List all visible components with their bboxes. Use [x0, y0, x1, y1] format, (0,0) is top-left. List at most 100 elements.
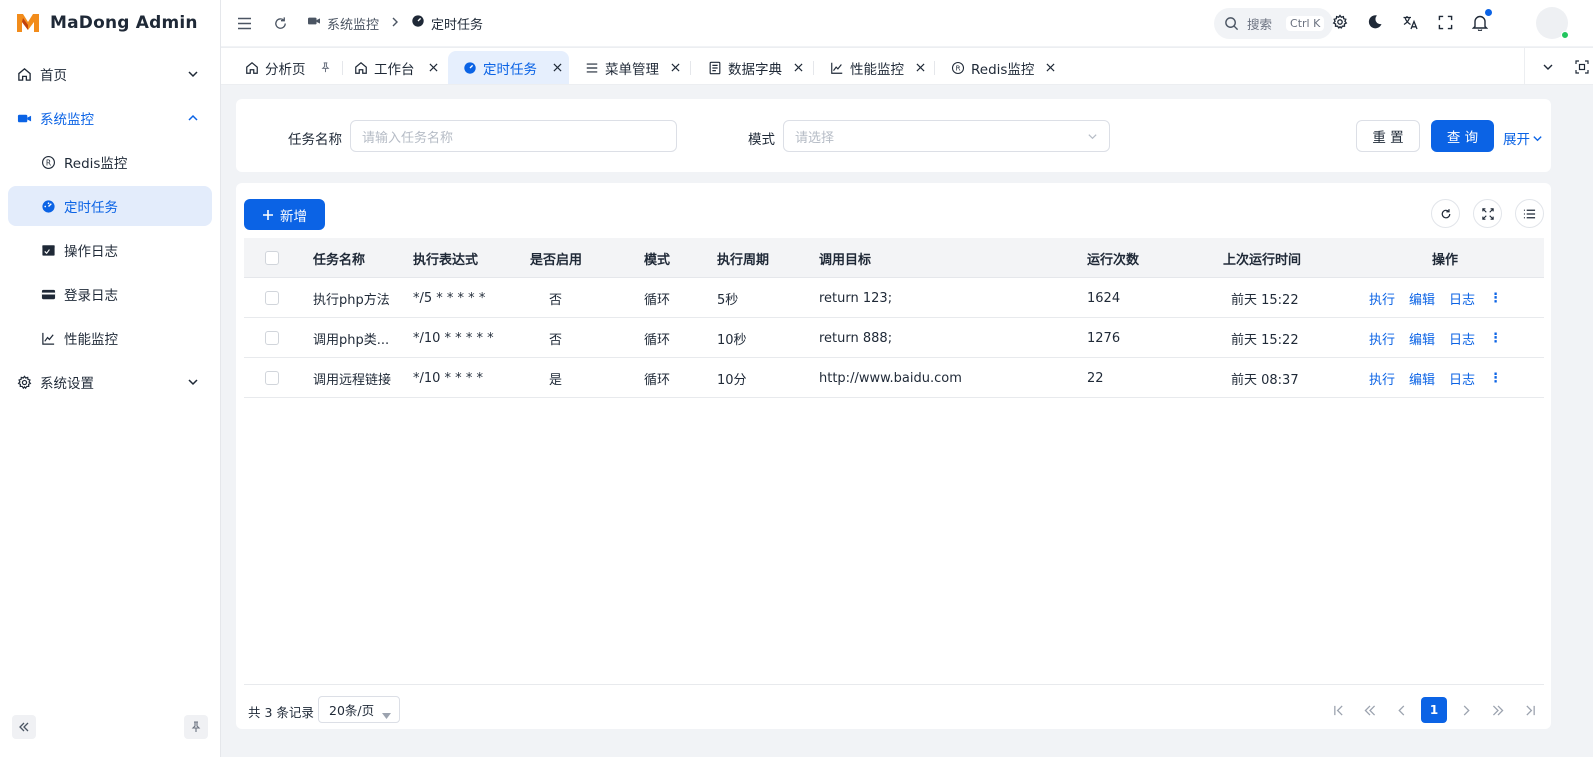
collapse-sidebar-button[interactable] [12, 715, 36, 739]
sidebar-item-login-log[interactable]: 登录日志 [8, 274, 212, 314]
cell-task-name: 调用远程链接 [313, 372, 392, 388]
chevron-up-icon [186, 111, 200, 125]
select-all-checkbox[interactable] [265, 238, 279, 278]
translate-icon[interactable] [1401, 13, 1419, 31]
prev-page-button[interactable] [1389, 697, 1415, 723]
row-checkbox[interactable] [265, 318, 279, 358]
sidebar-item-label: 操作日志 [64, 244, 118, 260]
cell-enabled: 是 [549, 372, 563, 388]
page-number-current[interactable]: 1 [1421, 697, 1447, 723]
next-page-button[interactable] [1453, 697, 1479, 723]
more-vertical-icon[interactable]: ⋮ [1489, 291, 1502, 306]
sidebar-item-label: 定时任务 [64, 200, 118, 216]
sidebar-item-system-monitor[interactable]: 系统监控 [8, 98, 212, 138]
tab-analysis[interactable]: 分析页 [245, 51, 331, 84]
log-button[interactable]: 日志 [1449, 329, 1475, 348]
scan-icon [1575, 59, 1589, 74]
close-icon[interactable] [794, 63, 803, 72]
table-fullscreen-button[interactable] [1473, 199, 1502, 228]
pin-icon[interactable] [320, 62, 331, 73]
tab-maximize-button[interactable] [1571, 48, 1593, 85]
more-vertical-icon[interactable]: ⋮ [1489, 331, 1502, 346]
tab-separator [934, 61, 935, 75]
sidebar-item-home[interactable]: 首页 [8, 54, 212, 94]
tab-data-dictionary[interactable]: 数据字典 [708, 51, 803, 84]
column-header[interactable]: 是否启用 [530, 238, 582, 278]
last-page-button[interactable] [1517, 697, 1543, 723]
first-page-button[interactable] [1325, 697, 1351, 723]
tab-workbench[interactable]: 工作台 [354, 51, 438, 84]
pin-sidebar-button[interactable] [184, 715, 208, 739]
cell-task-name: 执行php方法 [313, 292, 390, 308]
search-shortcut: Ctrl K [1286, 16, 1325, 31]
settings-icon[interactable] [1331, 13, 1349, 31]
close-icon[interactable] [671, 63, 680, 72]
more-vertical-icon[interactable]: ⋮ [1489, 371, 1502, 386]
sidebar-footer [12, 715, 208, 739]
tab-scheduled-tasks[interactable]: 定时任务 [448, 51, 569, 84]
run-button[interactable]: 执行 [1369, 329, 1395, 348]
breadcrumb-item[interactable]: 系统监控 [327, 14, 379, 33]
refresh-icon[interactable] [271, 14, 289, 32]
sidebar-item-performance[interactable]: 性能监控 [8, 318, 212, 358]
column-header: 操作 [1432, 252, 1459, 268]
chevron-down-icon [186, 375, 200, 389]
page-size-select[interactable]: 20条/页 [318, 696, 400, 723]
double-chevron-left-icon [19, 722, 29, 732]
moon-icon[interactable] [1366, 13, 1384, 31]
cell-enabled: 否 [549, 332, 563, 348]
edit-button[interactable]: 编辑 [1409, 289, 1435, 308]
column-header[interactable]: 执行表达式 [413, 238, 478, 278]
sidebar-item-redis[interactable]: R Redis监控 [8, 142, 212, 182]
home-icon [16, 66, 32, 82]
table-refresh-button[interactable] [1431, 199, 1460, 228]
sidebar-item-scheduled-tasks[interactable]: 定时任务 [8, 186, 212, 226]
svg-text:R: R [956, 64, 961, 72]
page-size-value: 20条/页 [329, 703, 375, 718]
row-checkbox[interactable] [265, 278, 279, 318]
avatar[interactable] [1536, 7, 1569, 39]
column-header[interactable]: 模式 [644, 238, 670, 278]
app-logo[interactable]: MaDong Admin [0, 0, 220, 46]
close-icon[interactable] [1046, 63, 1055, 72]
close-icon[interactable] [916, 63, 925, 72]
search-button[interactable]: 搜索 Ctrl K [1214, 8, 1333, 39]
edit-button[interactable]: 编辑 [1409, 369, 1435, 388]
tab-performance[interactable]: 性能监控 [830, 51, 925, 84]
task-name-input[interactable]: 请输入任务名称 [350, 120, 677, 152]
close-icon[interactable] [428, 63, 438, 72]
add-button[interactable]: 新增 [244, 199, 325, 230]
sidebar-item-label: 性能监控 [64, 332, 118, 348]
sidebar-item-system-settings[interactable]: 系统设置 [8, 362, 212, 402]
row-checkbox[interactable] [265, 358, 279, 398]
column-header[interactable]: 任务名称 [313, 238, 365, 278]
column-header[interactable]: 运行次数 [1087, 238, 1139, 278]
log-button[interactable]: 日志 [1449, 369, 1475, 388]
menu-toggle-icon[interactable] [235, 14, 253, 32]
close-icon[interactable] [553, 63, 562, 72]
tab-redis[interactable]: R Redis监控 [951, 51, 1055, 84]
tab-separator [813, 61, 814, 75]
fullscreen-icon[interactable] [1436, 13, 1454, 31]
run-button[interactable]: 执行 [1369, 289, 1395, 308]
column-header[interactable]: 调用目标 [819, 238, 871, 278]
tab-menu-management[interactable]: 菜单管理 [585, 51, 680, 84]
bell-icon[interactable] [1471, 9, 1492, 31]
column-settings-button[interactable] [1515, 199, 1544, 228]
sidebar-item-operation-log[interactable]: 操作日志 [8, 230, 212, 270]
column-header[interactable]: 执行周期 [717, 238, 769, 278]
run-button[interactable]: 执行 [1369, 369, 1395, 388]
breadcrumb: 系统监控 定时任务 [307, 14, 483, 33]
tab-dropdown-button[interactable] [1524, 48, 1571, 85]
mode-select[interactable]: 请选择 [783, 120, 1110, 152]
query-button[interactable]: 查 询 [1431, 120, 1494, 152]
table-row: 执行php方法 */5 * * * * * 否 循环 5秒 return 123… [244, 278, 1544, 318]
log-button[interactable]: 日志 [1449, 289, 1475, 308]
cell-last-run: 前天 15:22 [1231, 292, 1299, 308]
expand-button[interactable]: 展开 [1503, 128, 1543, 148]
edit-button[interactable]: 编辑 [1409, 329, 1435, 348]
reset-button[interactable]: 重 置 [1356, 120, 1420, 152]
prev-5-button[interactable] [1357, 697, 1383, 723]
column-header[interactable]: 上次运行时间 [1223, 238, 1301, 278]
next-5-button[interactable] [1485, 697, 1511, 723]
